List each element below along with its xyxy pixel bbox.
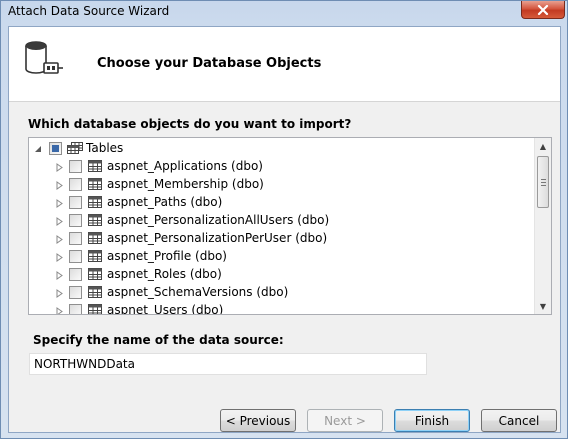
tree-item[interactable]: aspnet_Paths (dbo): [29, 193, 534, 211]
expand-arrow-icon[interactable]: [55, 233, 65, 244]
window-title: Attach Data Source Wizard: [8, 4, 170, 18]
previous-button[interactable]: < Previous: [220, 409, 296, 432]
wizard-body: Choose your Database Objects Which datab…: [8, 26, 561, 433]
scroll-up-button[interactable]: ▲: [535, 138, 551, 154]
tables-icon: [67, 142, 83, 154]
tree-item[interactable]: aspnet_PersonalizationAllUsers (dbo): [29, 211, 534, 229]
tree-item-label: aspnet_Membership (dbo): [107, 177, 264, 191]
tree-item[interactable]: aspnet_PersonalizationPerUser (dbo): [29, 229, 534, 247]
table-icon: [88, 304, 102, 314]
grip-line: [541, 182, 546, 183]
tree-item[interactable]: aspnet_Applications (dbo): [29, 157, 534, 175]
vertical-scrollbar[interactable]: ▲ ▼: [534, 138, 551, 314]
table-icon: [88, 286, 102, 298]
tree-item-label: aspnet_Applications (dbo): [107, 159, 263, 173]
expand-arrow-icon[interactable]: [55, 179, 65, 190]
tree-item-label: aspnet_Roles (dbo): [107, 267, 222, 281]
table-icon: [88, 232, 102, 244]
cancel-button[interactable]: Cancel: [481, 409, 557, 432]
tree-item-label: aspnet_Paths (dbo): [107, 195, 223, 209]
tree-item-label: Tables: [86, 141, 124, 155]
table-checkbox[interactable]: [69, 159, 82, 173]
tree-item-label: aspnet_PersonalizationAllUsers (dbo): [107, 213, 330, 227]
next-button[interactable]: Next >: [307, 409, 383, 432]
table-checkbox[interactable]: [69, 231, 82, 245]
tree-item-tables[interactable]: Tables: [29, 139, 534, 157]
scroll-up-icon: ▲: [539, 141, 547, 151]
expand-arrow-icon[interactable]: [55, 161, 65, 172]
page-title: Choose your Database Objects: [97, 56, 322, 71]
tree-item[interactable]: aspnet_Roles (dbo): [29, 265, 534, 283]
table-icon: [88, 214, 102, 226]
scroll-down-icon: ▼: [539, 301, 547, 311]
close-icon: [537, 4, 549, 15]
database-icon: [25, 41, 63, 74]
datasource-name-input[interactable]: [29, 353, 427, 375]
tree-item-label: aspnet_Users (dbo): [107, 303, 224, 315]
table-checkbox[interactable]: [69, 177, 82, 191]
grip-line: [541, 179, 546, 180]
table-icon: [88, 196, 102, 208]
expand-arrow-icon[interactable]: [55, 251, 65, 262]
table-icon: [88, 250, 102, 262]
expand-arrow-icon[interactable]: [55, 197, 65, 208]
question-label: Which database objects do you want to im…: [28, 117, 352, 131]
tree-item[interactable]: aspnet_SchemaVersions (dbo): [29, 283, 534, 301]
tree-item-label: aspnet_Profile (dbo): [107, 249, 227, 263]
expand-arrow-icon[interactable]: [55, 269, 65, 280]
grip-line: [541, 185, 546, 186]
table-checkbox[interactable]: [69, 285, 82, 299]
scroll-down-button[interactable]: ▼: [535, 298, 551, 314]
tree-item-label: aspnet_PersonalizationPerUser (dbo): [107, 231, 328, 245]
table-checkbox[interactable]: [69, 267, 82, 281]
expand-arrow-icon[interactable]: [55, 305, 65, 314]
finish-button[interactable]: Finish: [394, 409, 470, 432]
table-checkbox[interactable]: [69, 213, 82, 227]
tree-item[interactable]: aspnet_Profile (dbo): [29, 247, 534, 265]
table-checkbox[interactable]: [69, 303, 82, 314]
table-checkbox[interactable]: [69, 249, 82, 263]
database-objects-tree[interactable]: Tables aspnet_Applications (dbo) aspnet_Me…: [28, 137, 552, 315]
table-checkbox[interactable]: [69, 195, 82, 209]
title-bar[interactable]: Attach Data Source Wizard: [1, 1, 567, 23]
wizard-header: Choose your Database Objects: [9, 27, 560, 102]
wizard-window: Attach Data Source Wizard Choose your Da…: [0, 0, 568, 439]
tree-item[interactable]: aspnet_Membership (dbo): [29, 175, 534, 193]
expand-arrow-icon[interactable]: [55, 287, 65, 298]
close-button[interactable]: [521, 1, 565, 19]
collapse-arrow-icon[interactable]: [34, 143, 44, 153]
expand-arrow-icon[interactable]: [55, 215, 65, 226]
tables-checkbox[interactable]: [49, 141, 62, 155]
table-icon: [88, 268, 102, 280]
tree-item[interactable]: aspnet_Users (dbo): [29, 301, 534, 315]
table-icon: [88, 178, 102, 190]
table-icon: [88, 160, 102, 172]
datasource-name-label: Specify the name of the data source:: [33, 333, 284, 347]
scroll-thumb[interactable]: [537, 156, 549, 208]
tree-item-label: aspnet_SchemaVersions (dbo): [107, 285, 289, 299]
